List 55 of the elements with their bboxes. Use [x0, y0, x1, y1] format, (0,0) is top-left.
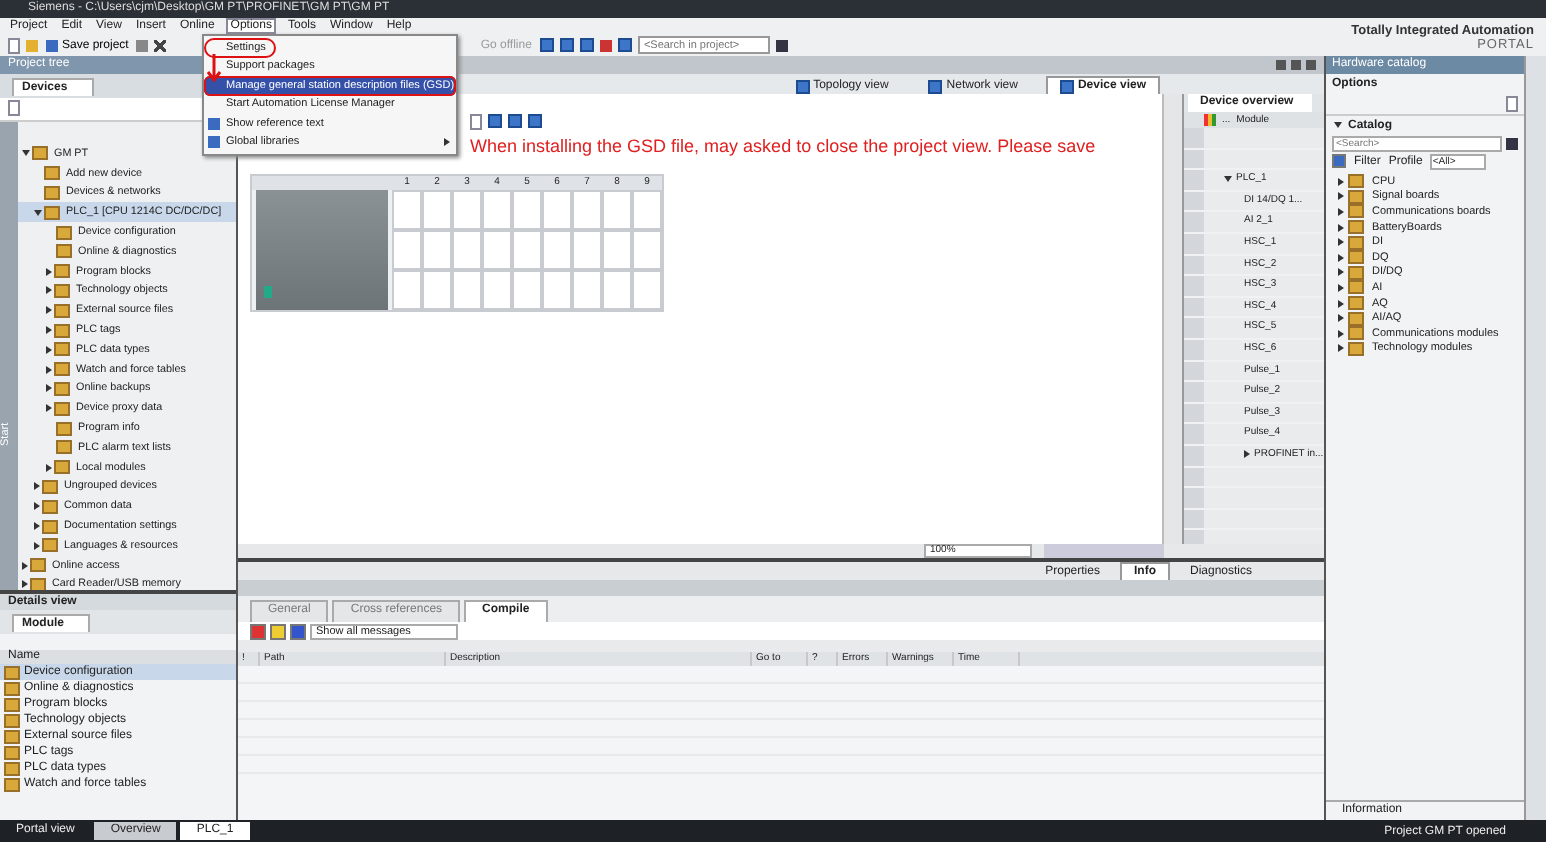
- annotation-arrow: [206, 52, 222, 84]
- column-icon: [1204, 114, 1216, 126]
- rack-slot[interactable]: [422, 270, 452, 310]
- cut-icon[interactable]: [154, 39, 167, 51]
- rack-slot[interactable]: [572, 230, 602, 270]
- rack-slot[interactable]: [542, 230, 572, 270]
- overview-row[interactable]: [1184, 509, 1324, 531]
- rack-slot[interactable]: [632, 230, 662, 270]
- folder-icon[interactable]: [26, 39, 38, 51]
- rack-slot[interactable]: [632, 190, 662, 230]
- rack-slot[interactable]: [512, 270, 542, 310]
- search-icon[interactable]: [775, 39, 788, 51]
- zoom-icon[interactable]: [528, 114, 542, 128]
- rack-slot[interactable]: [452, 190, 482, 230]
- rack-slot[interactable]: [512, 230, 542, 270]
- warning-filter-icon[interactable]: [270, 623, 286, 639]
- new-project-icon[interactable]: [8, 37, 20, 53]
- rack-slot[interactable]: [512, 190, 542, 230]
- overview-row[interactable]: [1184, 128, 1324, 150]
- rack-slot[interactable]: [422, 230, 452, 270]
- rack-slot[interactable]: [392, 190, 422, 230]
- scrollbar[interactable]: [1044, 544, 1164, 558]
- panel-icon[interactable]: [1506, 96, 1518, 112]
- expander-icon[interactable]: [1244, 450, 1250, 459]
- scrollbar[interactable]: [1162, 94, 1182, 544]
- rack-slot[interactable]: [572, 270, 602, 310]
- rack-slot[interactable]: [452, 270, 482, 310]
- search-icon[interactable]: [1506, 137, 1518, 149]
- rack-slot[interactable]: [482, 230, 512, 270]
- close-icon[interactable]: [599, 39, 612, 51]
- info-filter-icon[interactable]: [290, 623, 306, 639]
- rack-slot[interactable]: [452, 230, 482, 270]
- window-buttons-icon[interactable]: [1276, 60, 1316, 70]
- rack-slot[interactable]: [542, 270, 572, 310]
- rack-slot[interactable]: [542, 190, 572, 230]
- expander-icon[interactable]: [1224, 176, 1232, 183]
- annotation-note: When installing the GSD file, may asked to close the project view. Please save: [470, 136, 1096, 156]
- error-filter-icon[interactable]: [250, 623, 266, 639]
- rack-slot[interactable]: [632, 270, 662, 310]
- rack-slot[interactable]: [392, 270, 422, 310]
- rack-slot[interactable]: [602, 230, 632, 270]
- rack-slot[interactable]: [482, 190, 512, 230]
- rack-slot[interactable]: [482, 270, 512, 310]
- print-icon[interactable]: [136, 39, 149, 51]
- filter-checkbox[interactable]: [1332, 154, 1346, 168]
- overview-row[interactable]: [1184, 488, 1324, 510]
- expander-icon[interactable]: [1334, 122, 1342, 128]
- rack-slot[interactable]: [602, 190, 632, 230]
- rack-slot[interactable]: [572, 190, 602, 230]
- tree-toolbar-icon[interactable]: [8, 100, 20, 116]
- rack-slot[interactable]: [392, 230, 422, 270]
- toolbar-icon[interactable]: [617, 38, 632, 52]
- plc-module-drawing[interactable]: [256, 190, 388, 310]
- rack-slot[interactable]: [422, 190, 452, 230]
- rack-slot[interactable]: [602, 270, 632, 310]
